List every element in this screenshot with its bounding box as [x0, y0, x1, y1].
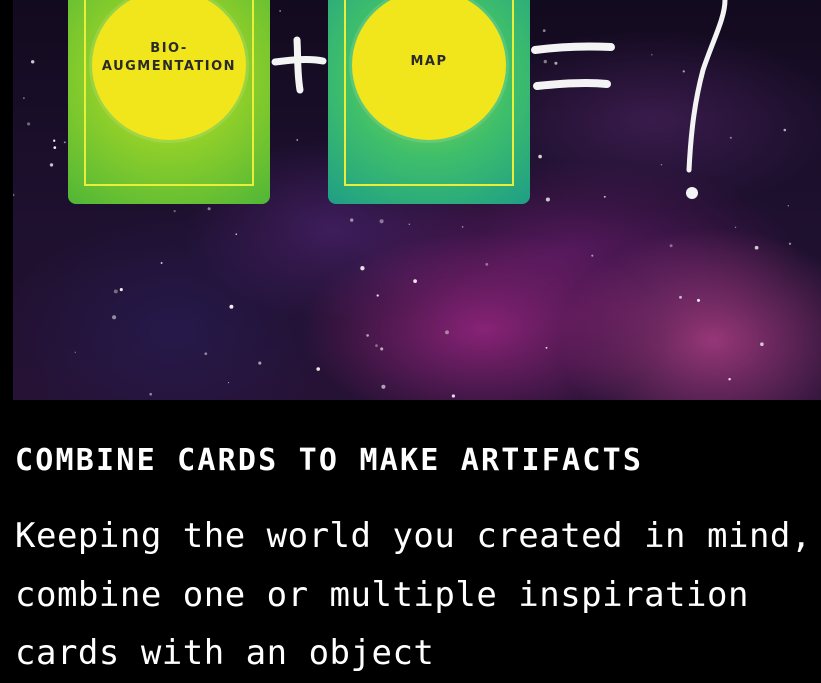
card-label: MAP: [410, 54, 448, 69]
question-mark-icon: [686, 0, 728, 199]
section-heading: COMBINE CARDS TO MAKE ARTIFACTS: [15, 443, 644, 478]
map-card: MAP: [328, 0, 530, 204]
plus-icon: [271, 36, 327, 94]
hero-image: BIO- AUGMENTATION MAP: [13, 0, 821, 400]
equals-icon: [531, 42, 615, 90]
section-body: Keeping the world you created in mind, c…: [15, 516, 812, 673]
